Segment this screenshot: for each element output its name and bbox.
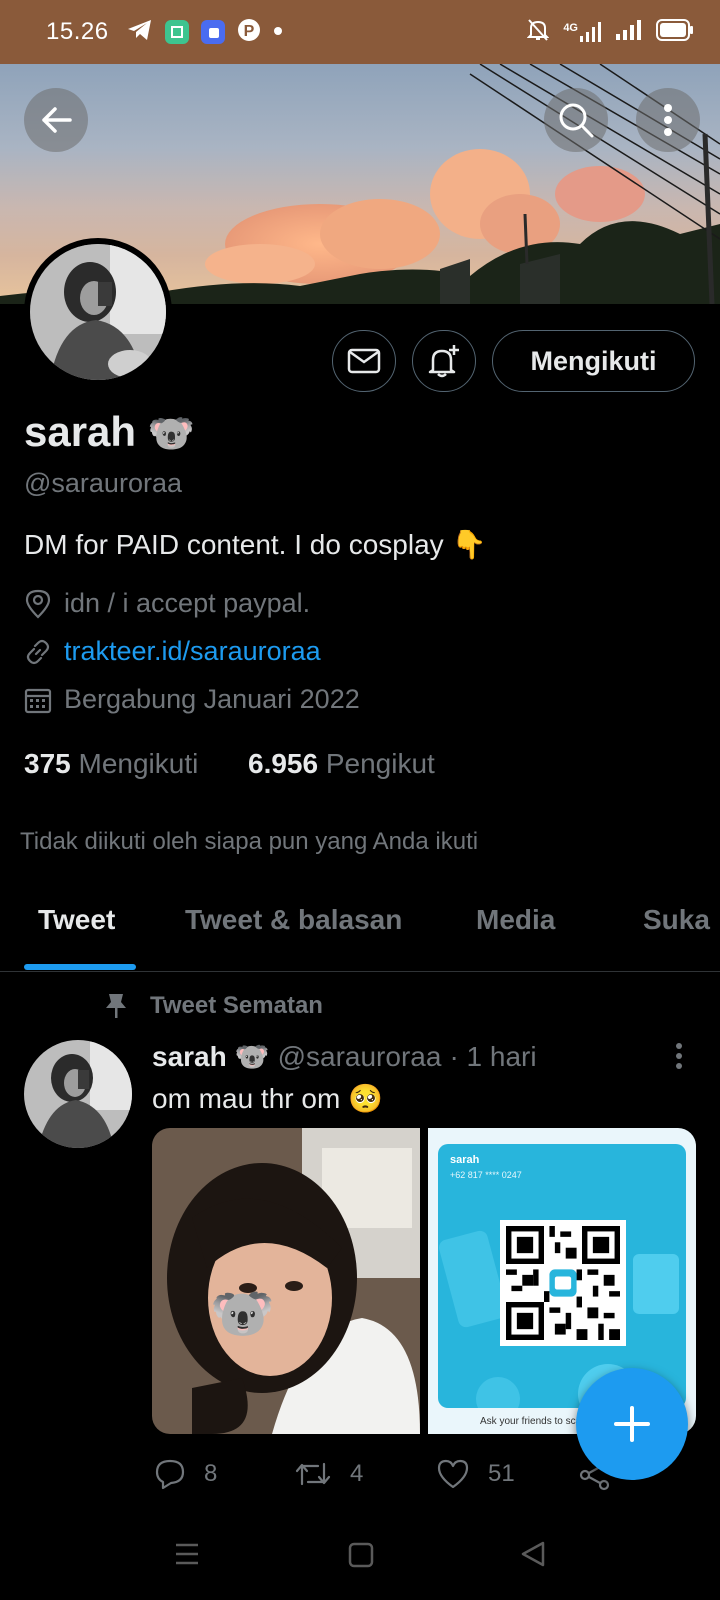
profile-bio: DM for PAID content. I do cosplay 👇	[24, 529, 487, 560]
status-time: 15.26	[46, 18, 109, 45]
tweet-author-avatar[interactable]	[24, 1040, 132, 1148]
status-bar: 15.26 P 4G	[0, 0, 720, 64]
recent-apps-button[interactable]	[174, 1542, 200, 1571]
following-button[interactable]: Mengikuti	[492, 330, 695, 392]
pinned-text: Tweet Sematan	[150, 992, 323, 1019]
reply-icon	[155, 1459, 185, 1490]
pinterest-icon: P	[237, 18, 261, 47]
selfie-photo	[152, 1128, 420, 1434]
search-button[interactable]	[544, 88, 608, 152]
network-label: 4G	[563, 22, 578, 34]
tweet-header: sarah 🐨 @sarauroraa · 1 hari	[152, 1040, 537, 1073]
tweet-photo-selfie[interactable]: 🐨	[152, 1128, 420, 1434]
arrow-left-icon	[42, 107, 72, 133]
link-text[interactable]: trakteer.id/sarauroraa	[64, 636, 321, 667]
pinned-label: Tweet Sematan	[104, 992, 323, 1020]
bell-plus-icon	[428, 345, 459, 378]
following-count: 375	[24, 748, 71, 779]
tweet-text: om mau thr om 🥺	[152, 1083, 383, 1114]
location-pin-icon	[25, 589, 51, 619]
following-label: Mengikuti	[78, 748, 199, 779]
notification-dot-icon	[273, 23, 283, 41]
compose-tweet-button[interactable]	[576, 1368, 688, 1480]
sticker-emoji: 🐨	[210, 1285, 275, 1343]
joined-text: Bergabung Januari 2022	[64, 684, 360, 714]
profile-link[interactable]: trakteer.id/sarauroraa	[24, 636, 321, 667]
like-action[interactable]: 51	[436, 1458, 515, 1490]
tab-likes[interactable]: Suka	[643, 904, 710, 936]
tab-tweet[interactable]: Tweet	[38, 904, 115, 936]
telegram-icon	[127, 19, 153, 46]
avatar-photo	[30, 244, 166, 380]
calendar-icon	[24, 688, 52, 713]
like-count: 51	[488, 1460, 515, 1487]
menu-lines-icon	[176, 1543, 198, 1565]
message-button[interactable]	[332, 330, 396, 392]
plus-icon	[614, 1406, 650, 1442]
retweet-count: 4	[350, 1460, 364, 1487]
square-icon	[348, 1542, 374, 1568]
back-button[interactable]	[24, 88, 88, 152]
heart-icon	[437, 1459, 469, 1489]
profile-handle: @sarauroraa	[24, 468, 182, 498]
tweet-avatar-photo	[24, 1040, 132, 1148]
app-icon-blue	[200, 20, 225, 44]
battery-icon	[656, 18, 694, 46]
koala-emoji: 🐨	[147, 413, 196, 455]
tweet-more-button[interactable]	[674, 1042, 684, 1075]
more-vertical-icon	[664, 104, 672, 136]
location-text: idn / i accept paypal.	[64, 588, 311, 618]
profile-name: sarah 🐨	[24, 408, 195, 456]
profile-name-text: sarah	[24, 408, 137, 455]
system-back-button[interactable]	[520, 1540, 546, 1573]
mutuals-note: Tidak diikuti oleh siapa pun yang Anda i…	[20, 828, 479, 855]
retweet-action[interactable]: 4	[294, 1458, 363, 1490]
tab-tweet-replies[interactable]: Tweet & balasan	[185, 904, 402, 936]
tweet-time: · 1 hari	[449, 1040, 537, 1072]
tweet-author-handle[interactable]: @sarauroraa	[278, 1041, 442, 1073]
home-button[interactable]	[348, 1542, 374, 1573]
app-icon-green	[164, 20, 189, 44]
qr-card-caption: Ask your friends to sca	[480, 1416, 582, 1427]
reply-count: 8	[204, 1460, 218, 1487]
tweet-author-name[interactable]: sarah	[152, 1041, 227, 1073]
signal-icon	[616, 19, 642, 45]
more-options-button[interactable]	[636, 88, 700, 152]
active-tab-indicator	[24, 964, 136, 970]
followers-label: Pengikut	[325, 748, 435, 779]
reply-action[interactable]: 8	[154, 1458, 217, 1490]
profile-location: idn / i accept paypal.	[24, 588, 310, 619]
profile-tabs: Tweet Tweet & balasan Media Suka	[0, 880, 720, 972]
mute-icon	[526, 18, 550, 47]
profile-avatar[interactable]	[24, 238, 172, 386]
link-icon	[26, 639, 50, 664]
qr-card-phone: +62 817 **** 0247	[450, 1170, 522, 1180]
following-count-link[interactable]: 375 Mengikuti	[24, 748, 198, 780]
followers-count-link[interactable]: 6.956 Pengikut	[248, 748, 435, 780]
retweet-icon	[295, 1462, 331, 1486]
qr-code	[500, 1220, 626, 1346]
pin-icon	[106, 994, 126, 1018]
notify-button[interactable]	[412, 330, 476, 392]
search-icon	[559, 103, 594, 138]
profile-joined: Bergabung Januari 2022	[24, 684, 360, 715]
triangle-back-icon	[521, 1541, 545, 1567]
qr-card-name: sarah	[450, 1154, 480, 1166]
qr-code-pattern	[506, 1226, 620, 1340]
tweet-author-emoji: 🐨	[234, 1041, 270, 1072]
system-nav-bar	[0, 1512, 720, 1600]
signal-4g-icon: 4G	[563, 22, 602, 42]
followers-count: 6.956	[248, 748, 319, 779]
svg-text:P: P	[243, 23, 254, 40]
envelope-icon	[347, 348, 381, 374]
more-vertical-icon	[676, 1043, 682, 1069]
tab-media[interactable]: Media	[476, 904, 555, 936]
qr-card: sarah +62 817 **** 0247	[438, 1144, 686, 1408]
